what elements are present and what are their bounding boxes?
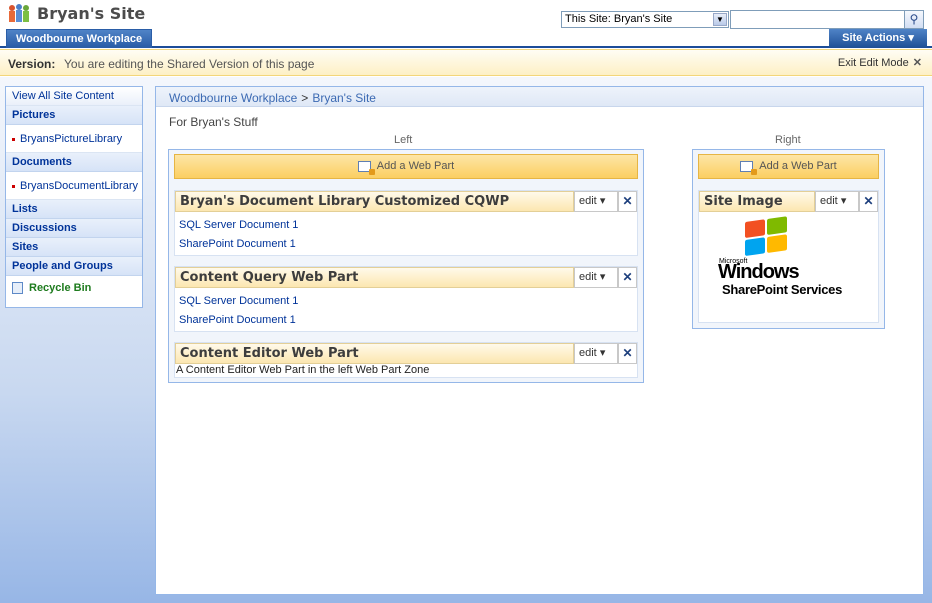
web-part-title: Bryan's Document Library Customized CQWP — [175, 191, 574, 212]
recycle-bin-label: Recycle Bin — [29, 282, 92, 294]
bullet-icon — [12, 184, 15, 188]
edit-label: edit — [579, 271, 597, 283]
document-link[interactable]: SharePoint Document 1 — [179, 238, 296, 250]
ql-heading-documents[interactable]: Documents — [6, 153, 142, 172]
ql-item-pictures-library[interactable]: BryansPictureLibrary — [6, 125, 142, 153]
version-label: Version: — [8, 57, 56, 71]
site-actions-menu[interactable]: Site Actions ▾ — [829, 29, 927, 48]
zone-label-right: Right — [775, 134, 801, 146]
breadcrumb-root-link[interactable]: Woodbourne Workplace — [169, 91, 297, 105]
search-input[interactable] — [730, 10, 905, 29]
add-web-part-button-right[interactable]: Add a Web Part — [698, 154, 879, 179]
site-actions-label: Site Actions — [842, 32, 906, 44]
ql-heading-discussions[interactable]: Discussions — [6, 219, 142, 238]
add-web-part-icon — [740, 160, 758, 175]
page-description: For Bryan's Stuff — [169, 115, 258, 129]
web-part-edit-menu[interactable]: edit ▾ — [574, 343, 618, 364]
chevron-down-icon: ▾ — [908, 32, 914, 44]
breadcrumb: Woodbourne Workplace > Bryan's Site — [169, 91, 376, 105]
close-icon[interactable]: ✕ — [859, 191, 878, 212]
quick-launch: View All Site Content Pictures BryansPic… — [5, 86, 143, 308]
web-part-content-query: Content Query Web Part edit ▾ ✕ SQL Serv… — [174, 266, 638, 332]
chevron-down-icon: ▾ — [599, 271, 606, 283]
web-part-zone-right: Add a Web Part Site Image edit ▾ ✕ Micro… — [692, 149, 885, 329]
site-title[interactable]: Bryan's Site — [37, 4, 145, 23]
close-icon[interactable]: ✕ — [618, 343, 637, 364]
ql-item-label: BryansPictureLibrary — [20, 133, 123, 145]
exit-edit-mode-label: Exit Edit Mode — [837, 57, 909, 69]
close-icon[interactable]: ✕ — [618, 267, 637, 288]
edit-mode-bar: Version: You are editing the Shared Vers… — [0, 49, 932, 76]
logo-sharepoint-services-text: SharePoint Services — [722, 282, 843, 297]
zone-label-left: Left — [394, 134, 413, 146]
ql-heading-pictures[interactable]: Pictures — [6, 106, 142, 125]
ql-heading-people-and-groups[interactable]: People and Groups — [6, 257, 142, 276]
search-scope-value: This Site: Bryan's Site — [565, 13, 673, 25]
site-image: Microsoft Windows SharePoint Services — [699, 213, 878, 322]
recycle-bin-link[interactable]: Recycle Bin — [6, 276, 142, 300]
windows-flag-icon — [745, 216, 789, 258]
web-part-edit-menu[interactable]: edit ▾ — [574, 191, 618, 212]
web-part-title: Content Editor Web Part — [175, 343, 574, 364]
chevron-down-icon: ▾ — [599, 195, 606, 207]
add-web-part-label: Add a Web Part — [376, 160, 455, 172]
edit-label: edit — [579, 195, 597, 207]
edit-label: edit — [820, 195, 838, 207]
ql-heading-sites[interactable]: Sites — [6, 238, 142, 257]
document-link[interactable]: SQL Server Document 1 — [179, 219, 298, 231]
web-part-edit-menu[interactable]: edit ▾ — [815, 191, 859, 212]
chevron-down-icon[interactable]: ▼ — [713, 13, 727, 26]
recycle-bin-icon — [12, 282, 23, 295]
add-web-part-label: Add a Web Part — [759, 160, 837, 172]
top-header: Bryan's Site This Site: Bryan's Site ▼ ⚲ — [0, 0, 932, 30]
top-nav-bar: Woodbourne Workplace Site Actions ▾ — [0, 29, 932, 48]
document-link[interactable]: SQL Server Document 1 — [179, 295, 298, 307]
ql-item-document-library[interactable]: BryansDocumentLibrary — [6, 172, 142, 200]
breadcrumb-current[interactable]: Bryan's Site — [312, 91, 376, 105]
search-scope-dropdown[interactable]: This Site: Bryan's Site ▼ — [561, 11, 729, 28]
chevron-down-icon: ▾ — [599, 347, 606, 359]
ql-heading-lists[interactable]: Lists — [6, 200, 142, 219]
document-link[interactable]: SharePoint Document 1 — [179, 314, 296, 326]
web-part-zone-left: Add a Web Part Bryan's Document Library … — [168, 149, 644, 383]
web-part-site-image: Site Image edit ▾ ✕ Microsoft Windows Sh… — [698, 190, 879, 323]
search-icon[interactable]: ⚲ — [904, 10, 924, 29]
content-editor-text: A Content Editor Web Part in the left We… — [176, 364, 430, 376]
edit-label: edit — [579, 347, 597, 359]
bullet-icon — [12, 137, 15, 141]
version-text: You are editing the Shared Version of th… — [64, 57, 315, 71]
close-icon[interactable]: ✕ — [618, 191, 637, 212]
chevron-down-icon: ▾ — [840, 195, 847, 207]
tab-woodbourne-workplace[interactable]: Woodbourne Workplace — [6, 29, 153, 48]
site-logo-icon — [7, 4, 31, 23]
ql-item-label: BryansDocumentLibrary — [20, 180, 138, 192]
exit-edit-mode-link[interactable]: Exit Edit Mode ✕ — [838, 56, 922, 69]
web-part-title: Content Query Web Part — [175, 267, 574, 288]
view-all-site-content-link[interactable]: View All Site Content — [6, 87, 142, 106]
logo-windows-text: Windows — [718, 261, 800, 283]
close-icon: ✕ — [912, 57, 922, 69]
web-part-title: Site Image — [699, 191, 815, 212]
add-web-part-button-left[interactable]: Add a Web Part — [174, 154, 638, 179]
web-part-cqwp-customized: Bryan's Document Library Customized CQWP… — [174, 190, 638, 256]
main-content: Woodbourne Workplace > Bryan's Site For Br… — [155, 86, 924, 595]
web-part-edit-menu[interactable]: edit ▾ — [574, 267, 618, 288]
web-part-content-editor: Content Editor Web Part edit ▾ ✕ A Conte… — [174, 342, 638, 378]
add-web-part-icon — [357, 160, 375, 175]
breadcrumb-separator: > — [301, 91, 309, 105]
